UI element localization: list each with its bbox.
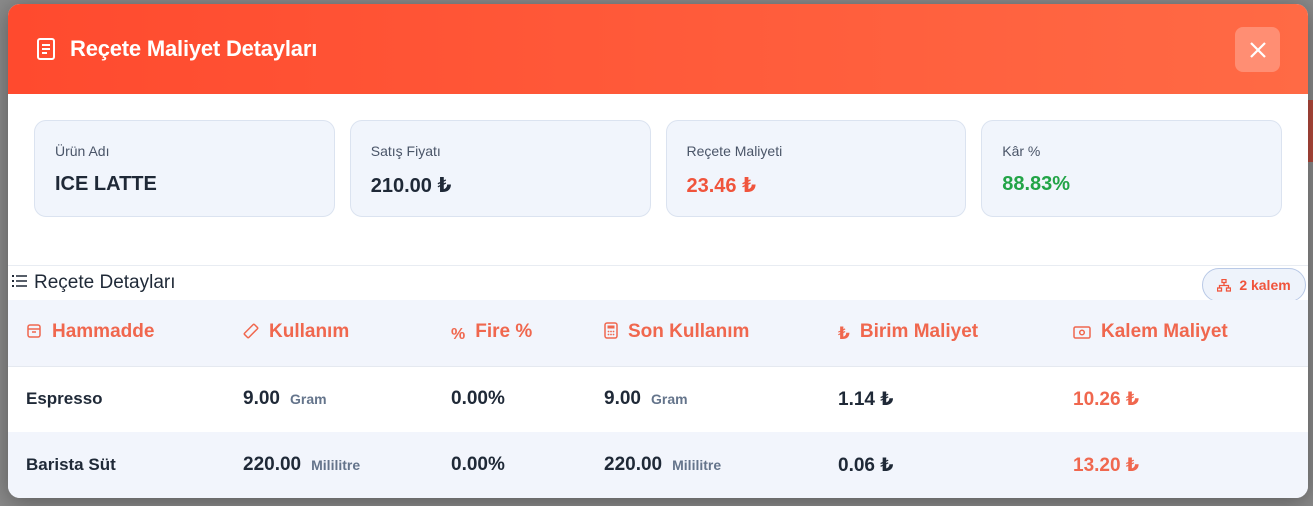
col-label: Kullanım: [269, 320, 350, 342]
col-label: Fire %: [475, 321, 533, 343]
table-row: Barista Süt 220.00 Mililitre 0.00% 220.00…: [8, 432, 1308, 498]
ruler-icon: [243, 323, 259, 345]
card-label: Reçete Maliyeti: [686, 143, 783, 159]
card-label: Kâr %: [1002, 143, 1041, 159]
close-icon: [1249, 41, 1266, 58]
fire-value: 0.00%: [433, 365, 586, 432]
hierarchy-icon: [1217, 278, 1232, 292]
fire-value: 0.00%: [451, 454, 505, 475]
summary-cards: Ürün Adı ICE LATTE Satış Fiyatı 210.00 ₺…: [8, 94, 1308, 217]
col-hammadde: Hammadde: [8, 300, 225, 366]
product-name-card: Ürün Adı ICE LATTE: [34, 120, 335, 217]
line-cost-value: 13.20 ₺: [1073, 454, 1140, 476]
lira-icon: ₺: [838, 324, 850, 344]
final-usage-unit: Gram: [650, 391, 688, 408]
recipe-cost-modal: Reçete Maliyet Detayları Ürün Adı ICE LA…: [8, 4, 1308, 498]
ingredient-name: Espresso: [8, 365, 225, 432]
list-icon: [12, 274, 28, 293]
col-label: Son Kullanım: [628, 320, 750, 342]
badge-label: 2 kalem: [1239, 277, 1291, 293]
recipe-cost-card: Reçete Maliyeti 23.46 ₺: [665, 120, 967, 217]
col-label: Birim Maliyet: [859, 321, 979, 343]
col-kalem-maliyet: Kalem Maliyet: [1055, 300, 1308, 366]
line-cost-value: 10.26 ₺: [1055, 365, 1308, 432]
final-usage-value: 9.00: [604, 388, 641, 410]
usage-cell: 220.00 Mililitre: [225, 432, 433, 498]
modal-title: Reçete Maliyet Detayları: [70, 36, 318, 61]
profit-card: Kâr % 88.83%: [981, 120, 1282, 217]
recipe-cost-value: 23.46 ₺: [686, 175, 757, 197]
final-usage-value: 220.00: [604, 454, 663, 475]
recipe-table: Hammadde Kullanım % Fire % Son Kullanım ₺: [8, 300, 1308, 498]
receipt-icon: [36, 38, 58, 60]
col-label: Hammadde: [52, 320, 155, 342]
col-son-kullanim: Son Kullanım: [586, 300, 820, 366]
final-usage-unit: Mililitre: [672, 457, 722, 473]
card-label: Ürün Adı: [55, 143, 110, 159]
final-usage-cell: 220.00 Mililitre: [586, 432, 820, 498]
item-count-badge: 2 kalem: [1202, 268, 1306, 302]
percent-icon: %: [451, 326, 466, 344]
table-row: Espresso 9.00 Gram 0.00% 9.00 Gram 1.14 ₺ …: [8, 365, 1308, 432]
card-label: Satış Fiyatı: [370, 143, 441, 159]
calculator-icon: [604, 322, 618, 345]
col-label: Kalem Maliyet: [1101, 320, 1228, 342]
usage-value: 9.00: [243, 388, 280, 410]
usage-unit: Mililitre: [311, 457, 361, 473]
modal-header: Reçete Maliyet Detayları: [8, 4, 1308, 94]
col-fire: % Fire %: [433, 300, 586, 366]
usage-cell: 9.00 Gram: [225, 365, 433, 432]
unit-cost-value: 1.14 ₺: [820, 365, 1055, 432]
money-icon: [1073, 323, 1091, 345]
section-title: Reçete Detayları: [34, 272, 176, 293]
sale-price-card: Satış Fiyatı 210.00 ₺: [349, 120, 651, 217]
sale-price-value: 210.00 ₺: [370, 175, 452, 197]
close-button[interactable]: [1235, 27, 1280, 72]
profit-value: 88.83%: [1002, 173, 1071, 195]
ingredient-name: Barista Süt: [26, 455, 116, 474]
recipe-details-header: Reçete Detayları 2 kalem: [8, 265, 1308, 302]
unit-cost-value: 0.06 ₺: [838, 454, 894, 476]
col-kullanim: Kullanım: [225, 300, 433, 366]
table-header-row: Hammadde Kullanım % Fire % Son Kullanım ₺: [8, 300, 1308, 366]
box-icon: [26, 323, 42, 345]
usage-value: 220.00: [243, 454, 302, 475]
product-name-value: ICE LATTE: [55, 173, 157, 195]
col-birim-maliyet: ₺ Birim Maliyet: [820, 300, 1055, 366]
usage-unit: Gram: [289, 391, 327, 408]
final-usage-cell: 9.00 Gram: [586, 365, 820, 432]
